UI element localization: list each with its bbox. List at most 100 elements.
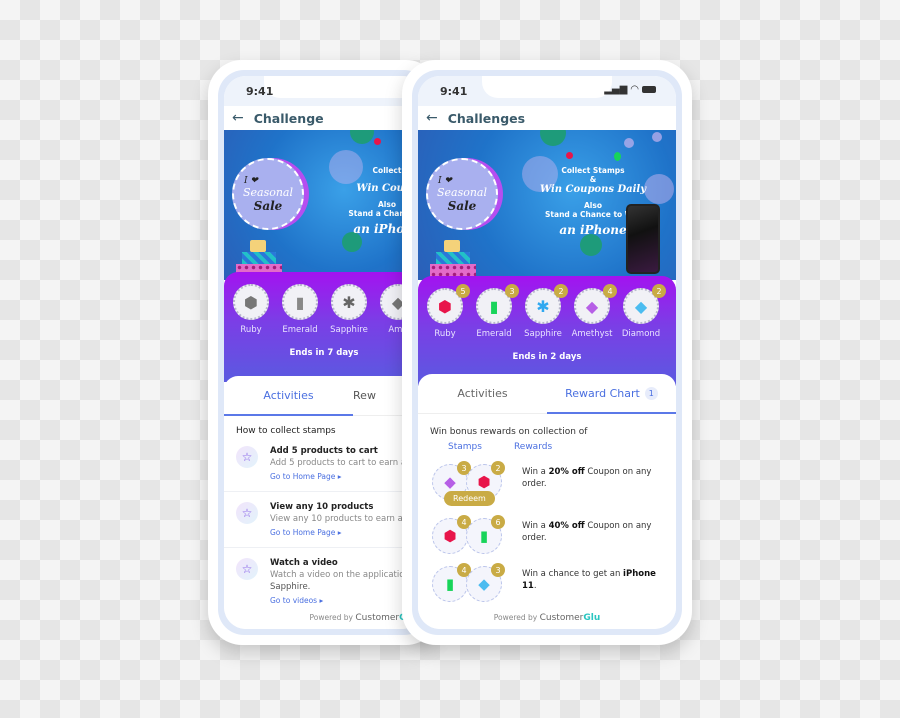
decor-bubble	[580, 234, 602, 256]
stamp-emerald[interactable]: ▮ 3 Emerald	[475, 284, 519, 339]
reward-text: Win a chance to get an	[522, 569, 624, 580]
promo-banner: I ❤ Seasonal Sale Collect Win Coupo Also…	[224, 130, 424, 280]
seasonal-text: Seasonal	[242, 185, 294, 199]
powered-by: Powered by CustomerGlu	[418, 609, 676, 623]
reward-highlight: 40% off	[548, 521, 585, 532]
star-icon: ☆	[236, 502, 258, 524]
decor-bubble	[350, 130, 374, 144]
stamp-count-badge: 2	[491, 461, 505, 476]
col-header-stamps: Stamps	[448, 442, 482, 453]
stamp-sapphire[interactable]: ✱ 2 Sapphire	[524, 284, 568, 339]
decor-bubble	[614, 152, 621, 161]
page-title: Challenges	[447, 110, 526, 126]
tab-activities[interactable]: Activities	[224, 376, 354, 416]
stamp-sapphire[interactable]: ✱ Sapphire	[330, 284, 368, 335]
tab-bar: Activities Reward Chart 1	[418, 374, 676, 414]
tab-bar: Activities Rew	[224, 376, 424, 416]
stamp-ruby[interactable]: ⬢ Ruby	[232, 284, 270, 335]
powered-by-label: Powered by	[493, 613, 538, 622]
decor-bubble	[652, 132, 662, 142]
back-arrow-icon[interactable]: ←	[232, 110, 244, 126]
love-text: I ❤	[244, 175, 258, 186]
seasonal-sale-badge: I ❤ Seasonal Sale	[232, 158, 304, 230]
stamp-label: Diamond	[621, 329, 661, 339]
tab-activities[interactable]: Activities	[418, 374, 547, 413]
stamp-ruby[interactable]: ⬢ 5 Ruby	[426, 284, 470, 339]
stamps-panel: ⬢ Ruby ▮ Emerald ✱ Sapphire ◆ Ame Ends i…	[224, 272, 424, 382]
stamp-label: Emerald	[476, 329, 512, 339]
promo-line: Collect Stamps	[561, 166, 625, 175]
stamp-emerald[interactable]: ▮ Emerald	[281, 284, 319, 335]
phone-frame: 9:41 ← Challenge I ❤ Seasonal Sale Colle…	[218, 70, 430, 635]
signal-icon: ▂▄▆	[604, 84, 628, 95]
emerald-stamp: ▮ 6	[466, 515, 505, 555]
iphone-image	[626, 204, 660, 274]
stamp-count-badge: 3	[491, 563, 505, 578]
reward-stamps: ⬢ 4 ▮ 6	[432, 515, 508, 560]
wifi-icon: ◠	[630, 84, 639, 95]
brand-name: Customer	[355, 613, 400, 623]
reward-text: Win a	[522, 467, 549, 478]
go-to-videos-link[interactable]: Go to videos ▸	[270, 596, 404, 605]
decor-bubble	[374, 138, 381, 145]
reward-stamps: ◆ 3 ⬢ 2 Redeem	[432, 461, 508, 507]
reward-description: Win a chance to get an iPhone 11.	[522, 569, 672, 593]
stamp-label: Emerald	[282, 325, 318, 335]
reward-text: .	[533, 581, 537, 592]
seasonal-sale-badge: I ❤ Seasonal Sale	[426, 158, 498, 230]
ends-countdown: Ends in 2 days	[512, 352, 582, 362]
diamond-icon: ◆	[478, 575, 490, 594]
powered-by: Powered by CustomerGlu	[224, 613, 424, 623]
reward-row: ⬢ 4 ▮ 6 Win a 40% off Coupon on any orde…	[432, 515, 676, 560]
decor-bubble	[624, 138, 634, 148]
go-to-home-link[interactable]: Go to Home Page ▸	[270, 528, 408, 537]
diamond-stamp: ◆ 3	[466, 563, 505, 603]
stamp-amethyst[interactable]: ◆ 4 Amethyst	[572, 284, 617, 339]
sale-text: Sale	[447, 198, 477, 213]
emerald-stamp: ▮ 4	[432, 563, 471, 603]
stamp-diamond[interactable]: ◆ 2 Diamond	[621, 284, 666, 339]
ruby-icon: ⬢	[477, 473, 491, 492]
tab-reward-chart[interactable]: Reward Chart 1	[547, 374, 676, 414]
reward-stamps: ▮ 4 ◆ 3	[432, 563, 508, 608]
stamp-count-badge: 2	[554, 284, 568, 298]
stamp-count-badge: 4	[603, 284, 617, 298]
tab-label: Reward Chart	[565, 387, 640, 400]
activity-title: View any 10 products	[270, 502, 374, 512]
powered-by-label: Powered by	[309, 613, 353, 622]
stamps-row: ⬢ 5 Ruby ▮ 3 Emerald ✱ 2 Sapphire ◆ 4 Am…	[426, 284, 666, 339]
notch	[264, 76, 424, 98]
go-to-home-link[interactable]: Go to Home Page ▸	[270, 472, 406, 481]
page-title: Challenge	[253, 110, 324, 126]
amethyst-icon: ◆	[444, 473, 456, 492]
activity-desc: View any 10 products to earn an	[270, 514, 409, 524]
activity-desc: Add 5 products to cart to earn a	[270, 458, 407, 468]
stamp-label: Sapphire	[330, 325, 368, 335]
reward-row: ▮ 4 ◆ 3 Win a chance to get an iPhone 11…	[432, 563, 676, 608]
app-bar: ← Challenge	[224, 106, 424, 130]
promo-line: Win Coupons Daily	[539, 184, 647, 195]
activity-title: Add 5 products to cart	[270, 446, 378, 456]
battery-icon	[642, 86, 656, 93]
phone-mockup-right: 9:41 ▂▄▆ ◠ ← Challenges I ❤ Seasonal Sal…	[402, 60, 692, 645]
redeem-button[interactable]: Redeem	[444, 491, 495, 507]
activity-item: ☆ Watch a video Watch a video on the app…	[224, 548, 424, 615]
reward-row: ◆ 3 ⬢ 2 Redeem Win a 20% off Coupon on a…	[432, 461, 676, 507]
gift-box-icon	[430, 240, 476, 280]
content-panel: Activities Reward Chart 1 Win bonus rewa…	[418, 374, 676, 629]
emerald-icon: ▮	[445, 575, 455, 594]
stamp-count-badge: 2	[652, 284, 666, 298]
content-panel: Activities Rew How to collect stamps ☆ A…	[224, 376, 424, 629]
status-time: 9:41	[246, 85, 274, 98]
system-icons: ▂▄▆ ◠	[604, 84, 656, 95]
reward-chart-headers: Stamps Rewards	[448, 442, 676, 452]
ruby-icon: ⬢	[233, 284, 269, 320]
reward-highlight: 20% off	[548, 467, 585, 478]
back-arrow-icon[interactable]: ←	[426, 110, 438, 126]
stamp-count-badge: 6	[491, 515, 505, 530]
stamps-row: ⬢ Ruby ▮ Emerald ✱ Sapphire ◆ Ame	[232, 284, 417, 335]
activity-desc: Sapphire.	[270, 582, 311, 592]
notch	[482, 76, 612, 98]
screen-challenges: 9:41 ▂▄▆ ◠ ← Challenges I ❤ Seasonal Sal…	[418, 76, 676, 629]
star-icon: ☆	[236, 446, 258, 468]
